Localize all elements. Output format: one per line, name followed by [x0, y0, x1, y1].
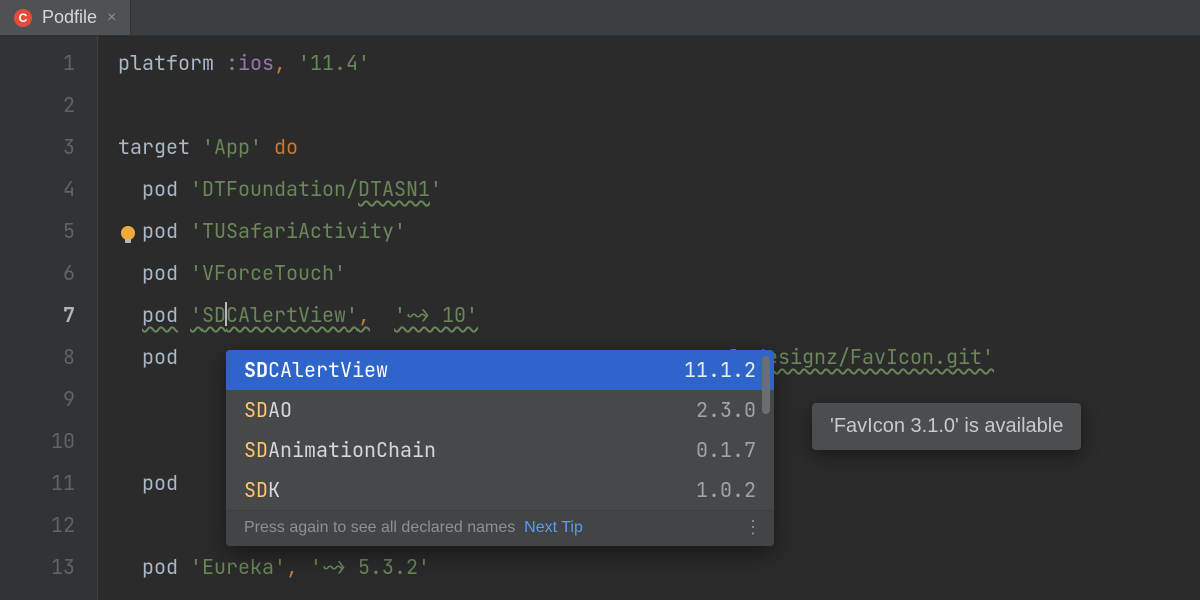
code-line: platform :ios, '11.4' — [118, 42, 1200, 84]
line-number: 12 — [0, 504, 75, 546]
code-line: pod 'Eureka', '~> 5.3.2' — [118, 546, 1200, 588]
code-line: pod 'TUSafariActivity' — [118, 210, 1200, 252]
line-number-gutter: 1 2 3 4 5 6 7 8 9 10 11 12 13 — [0, 36, 98, 600]
more-icon[interactable]: ⋮ — [744, 517, 760, 538]
code-line: pod 'DTFoundation/DTASN1' — [118, 168, 1200, 210]
completion-item-version: 1.0.2 — [696, 477, 756, 503]
completion-item[interactable]: SDCAlertView 11.1.2 — [226, 350, 774, 390]
line-number: 9 — [0, 378, 75, 420]
line-number: 13 — [0, 546, 75, 588]
line-number: 2 — [0, 84, 75, 126]
tab-filename: Podfile — [42, 7, 97, 28]
completion-item[interactable]: SDAO 2.3.0 — [226, 390, 774, 430]
completion-item[interactable]: SDK 1.0.2 — [226, 470, 774, 510]
code-line: pod 'VForceTouch' — [118, 252, 1200, 294]
line-number: 4 — [0, 168, 75, 210]
update-available-tooltip: 'FavIcon 3.1.0' is available — [812, 403, 1081, 450]
completion-footer: Press again to see all declared names Ne… — [226, 510, 774, 546]
line-number: 6 — [0, 252, 75, 294]
completion-footer-hint: Press again to see all declared names — [244, 519, 515, 536]
completion-item-version: 0.1.7 — [696, 437, 756, 463]
code-line — [118, 84, 1200, 126]
completion-popup: SDCAlertView 11.1.2 SDAO 2.3.0 SDAnimati… — [226, 350, 774, 546]
line-number: 8 — [0, 336, 75, 378]
tab-bar: C Podfile × — [0, 0, 1200, 36]
next-tip-link[interactable]: Next Tip — [524, 519, 583, 536]
cocoapods-icon: C — [14, 9, 32, 27]
line-number-current: 7 — [0, 294, 75, 336]
line-number: 11 — [0, 462, 75, 504]
line-number: 10 — [0, 420, 75, 462]
line-number: 5 — [0, 210, 75, 252]
close-icon[interactable]: × — [107, 9, 116, 27]
popup-scrollbar[interactable] — [762, 356, 770, 414]
line-number: 1 — [0, 42, 75, 84]
intention-bulb-icon[interactable] — [118, 225, 138, 245]
file-tab[interactable]: C Podfile × — [0, 0, 131, 35]
code-line: target 'App' do — [118, 126, 1200, 168]
completion-item[interactable]: SDAnimationChain 0.1.7 — [226, 430, 774, 470]
code-line-current: pod 'SDCAlertView', '~> 10' — [118, 294, 1200, 336]
completion-item-version: 11.1.2 — [684, 357, 756, 383]
line-number: 3 — [0, 126, 75, 168]
completion-item-version: 2.3.0 — [696, 397, 756, 423]
